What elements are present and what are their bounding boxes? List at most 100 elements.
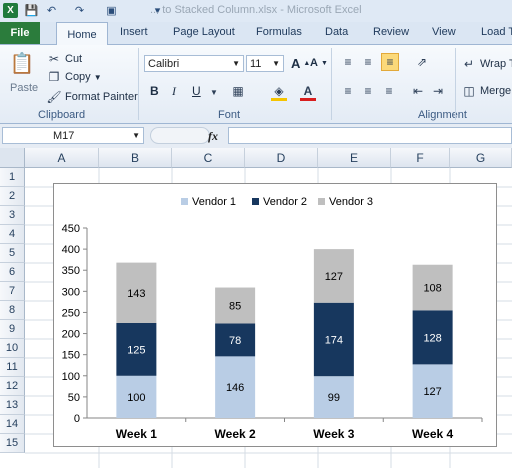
align-center-icon[interactable]: ≡ — [360, 83, 376, 99]
alignment-group-label: Alignment — [418, 109, 467, 121]
data-label: 125 — [127, 344, 145, 356]
row-header-4[interactable]: 4 — [0, 225, 25, 244]
scissors-icon: ✂ — [48, 52, 60, 66]
row-header-10[interactable]: 10 — [0, 339, 25, 358]
tab-load[interactable]: Load T — [481, 26, 512, 38]
legend-label: Vendor 1 — [192, 196, 236, 208]
italic-button[interactable]: I — [172, 84, 176, 99]
data-label: 143 — [127, 288, 145, 300]
column-header-c[interactable]: C — [172, 148, 245, 168]
data-label: 99 — [328, 392, 340, 404]
align-middle-icon[interactable]: ≡ — [360, 54, 376, 70]
redo-icon[interactable]: ↷ — [72, 3, 87, 18]
column-header-g[interactable]: G — [450, 148, 512, 168]
brush-icon: 🖌 — [46, 90, 62, 104]
undo-icon[interactable]: ↶ — [44, 3, 59, 18]
data-label: 108 — [423, 283, 441, 295]
y-tick-label: 50 — [68, 392, 80, 404]
column-header-b[interactable]: B — [99, 148, 172, 168]
borders-icon[interactable]: ▦ — [230, 83, 246, 99]
underline-button[interactable]: U — [192, 84, 201, 98]
wrap-text-button[interactable]: ↵Wrap T — [461, 56, 512, 72]
font-color-icon[interactable]: A — [300, 83, 316, 99]
y-tick-label: 300 — [62, 286, 80, 298]
row-header-11[interactable]: 11 — [0, 358, 25, 377]
increase-indent-icon[interactable]: ⇥ — [430, 83, 446, 99]
align-left-icon[interactable]: ≡ — [340, 83, 356, 99]
legend-swatch — [252, 198, 259, 205]
save-icon[interactable]: 💾 — [24, 3, 39, 18]
tab-page-layout[interactable]: Page Layout — [173, 26, 235, 38]
format-painter-button[interactable]: 🖌 Format Painter — [46, 89, 137, 105]
chevron-down-icon[interactable]: ▼ — [132, 131, 140, 140]
row-header-9[interactable]: 9 — [0, 320, 25, 339]
data-label: 127 — [325, 271, 343, 283]
window-title: ... to Stacked Column.xlsx - Microsoft E… — [150, 4, 362, 16]
chart-area[interactable]: 0 50 100 150 200 250 300 350 400 450 100 125 143 Week… — [53, 183, 497, 447]
row-header-13[interactable]: 13 — [0, 396, 25, 415]
y-tick-label: 100 — [62, 371, 80, 383]
legend-label: Vendor 2 — [263, 196, 307, 208]
chevron-down-icon[interactable]: ▼ — [94, 73, 102, 82]
row-header-1[interactable]: 1 — [0, 168, 25, 187]
column-header-d[interactable]: D — [245, 148, 318, 168]
column-header-e[interactable]: E — [318, 148, 391, 168]
data-label: 146 — [226, 382, 244, 394]
camera-icon[interactable]: ▣ — [104, 3, 119, 18]
fill-color-swatch — [271, 98, 287, 101]
data-label: 78 — [229, 335, 241, 347]
y-tick-label: 200 — [62, 329, 80, 341]
tab-insert[interactable]: Insert — [120, 26, 148, 38]
y-tick-label: 450 — [62, 223, 80, 235]
tab-view[interactable]: View — [432, 26, 456, 38]
orientation-icon[interactable]: ⇗ — [414, 54, 430, 70]
fill-color-icon[interactable]: ◈ — [271, 83, 287, 99]
tab-review[interactable]: Review — [373, 26, 409, 38]
row-header-6[interactable]: 6 — [0, 263, 25, 282]
title-bar: X 💾 ↶ ↷ ▣ ▾ ... to Stacked Column.xlsx -… — [0, 0, 512, 23]
cut-button[interactable]: ✂ Cut — [46, 51, 82, 67]
column-header-f[interactable]: F — [391, 148, 450, 168]
data-label: 85 — [229, 300, 241, 312]
formula-input[interactable] — [228, 127, 512, 144]
row-header-7[interactable]: 7 — [0, 282, 25, 301]
font-color-swatch — [300, 98, 316, 101]
align-right-icon[interactable]: ≡ — [381, 83, 397, 99]
row-header-2[interactable]: 2 — [0, 187, 25, 206]
decrease-indent-icon[interactable]: ⇤ — [410, 83, 426, 99]
select-all-corner[interactable] — [0, 148, 25, 168]
column-header-a[interactable]: A — [25, 148, 99, 168]
excel-icon[interactable]: X — [3, 3, 18, 18]
align-bottom-icon[interactable]: ≡ — [381, 53, 399, 71]
align-top-icon[interactable]: ≡ — [340, 54, 356, 70]
stacked-column-chart[interactable]: 0 50 100 150 200 250 300 350 400 450 100 125 143 Week… — [54, 184, 496, 446]
x-tick-label: Week 1 — [116, 427, 157, 441]
copy-button[interactable]: ❐ Copy ▼ — [46, 69, 102, 85]
merge-button[interactable]: ◫ Merge — [461, 83, 511, 99]
tab-formulas[interactable]: Formulas — [256, 26, 302, 38]
row-header-8[interactable]: 8 — [0, 301, 25, 320]
group-divider — [455, 48, 456, 120]
bold-button[interactable]: B — [150, 84, 159, 98]
copy-icon: ❐ — [48, 70, 60, 84]
font-name-select[interactable]: Calibri ▼ — [144, 55, 244, 72]
tab-home[interactable]: Home — [56, 22, 108, 46]
name-box[interactable]: M17 ▼ — [2, 127, 144, 144]
paste-icon[interactable]: 📋 — [10, 50, 35, 76]
row-header-12[interactable]: 12 — [0, 377, 25, 396]
shrink-font-icon[interactable]: A ▼ — [310, 57, 328, 69]
row-header-14[interactable]: 14 — [0, 415, 25, 434]
y-tick-label: 150 — [62, 350, 80, 362]
row-header-15[interactable]: 15 — [0, 434, 25, 453]
grow-font-icon[interactable]: A ▲ — [291, 56, 310, 71]
insert-function-icon[interactable]: fx — [208, 129, 218, 144]
font-size-select[interactable]: 11 ▼ — [246, 55, 284, 72]
chevron-down-icon[interactable]: ▼ — [206, 84, 222, 100]
row-header-5[interactable]: 5 — [0, 244, 25, 263]
chevron-down-icon: ▼ — [232, 59, 240, 68]
tab-file[interactable]: File — [0, 22, 40, 44]
row-header-3[interactable]: 3 — [0, 206, 25, 225]
clipboard-group-label: Clipboard — [38, 109, 86, 121]
paste-button[interactable]: Paste — [10, 82, 38, 94]
tab-data[interactable]: Data — [325, 26, 348, 38]
